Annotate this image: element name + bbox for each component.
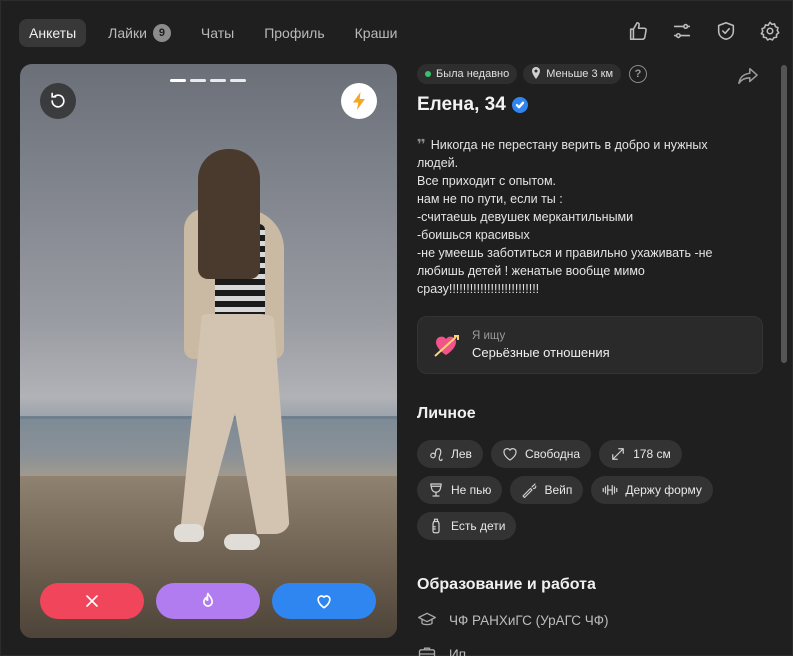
like-button[interactable] <box>272 583 376 619</box>
leo-icon <box>430 448 443 462</box>
heart-outline-icon <box>503 448 517 461</box>
app-window: Анкеты Лайки 9 Чаты Профиль Краши Была н… <box>0 0 793 656</box>
tag-label: Не пью <box>451 483 492 497</box>
height-arrows-icon <box>612 448 624 460</box>
dislike-button[interactable] <box>40 583 144 619</box>
main-tabs: Анкеты Лайки 9 Чаты Профиль Краши <box>19 19 407 47</box>
looking-for-value: Серьёзные отношения <box>472 345 610 360</box>
boost-button[interactable] <box>341 83 377 119</box>
pager-segment[interactable] <box>230 79 246 82</box>
lightning-icon <box>353 92 365 110</box>
profile-info: Была недавно Меньше 3 км ? Елена, 34 ❜❜ Н… <box>417 64 767 656</box>
personal-tags: Лев Свободна 178 см Не пью Вейп Держу фо… <box>417 440 767 540</box>
tab-label: Профиль <box>264 25 325 41</box>
heart-icon <box>317 595 331 609</box>
status-row: Была недавно Меньше 3 км ? <box>417 64 767 84</box>
tag-zodiac: Лев <box>417 440 483 468</box>
tab-label: Краши <box>354 25 398 41</box>
profile-name: Елена, 34 <box>417 94 506 115</box>
name-row: Елена, 34 <box>417 94 767 116</box>
pager-segment[interactable] <box>210 79 226 82</box>
looking-for-card: Я ищу Серьёзные отношения <box>417 316 763 374</box>
gear-icon[interactable] <box>758 19 782 43</box>
tag-relationship: Свободна <box>490 440 592 468</box>
shield-check-icon[interactable] <box>714 19 738 43</box>
distance-badge: Меньше 3 км <box>523 64 622 84</box>
online-status-badge: Была недавно <box>417 64 518 84</box>
dumbbell-icon <box>602 484 618 496</box>
tab-label: Чаты <box>200 25 235 41</box>
scrollbar[interactable] <box>781 65 787 363</box>
profile-photo[interactable] <box>20 64 397 638</box>
looking-for-label: Я ищу <box>472 330 506 342</box>
tag-children: Есть дети <box>417 512 517 540</box>
tab-profiles[interactable]: Анкеты <box>19 19 87 47</box>
toolbar-icons <box>626 19 782 43</box>
thumbs-up-icon[interactable] <box>626 19 650 43</box>
share-icon[interactable] <box>737 66 761 88</box>
bio-text: Никогда не перестану верить в добро и ну… <box>417 138 713 296</box>
flame-icon <box>203 592 213 607</box>
status-text: Была недавно <box>436 68 510 80</box>
sliders-icon[interactable] <box>670 19 694 43</box>
pager-segment[interactable] <box>170 79 186 82</box>
tag-fitness: Держу форму <box>591 476 713 504</box>
online-dot <box>425 71 431 77</box>
tag-label: Лев <box>451 447 472 461</box>
work-text: Ип <box>449 646 467 656</box>
help-icon[interactable]: ? <box>629 65 648 83</box>
undo-icon <box>51 92 65 108</box>
quote-icon: ❜❜ <box>417 136 426 152</box>
distance-text: Меньше 3 км <box>546 68 614 80</box>
tab-crushes[interactable]: Краши <box>345 19 408 47</box>
close-icon <box>86 595 98 607</box>
work-item: Ип <box>417 644 767 656</box>
location-pin-icon <box>531 66 541 82</box>
tab-likes[interactable]: Лайки 9 <box>96 19 181 47</box>
tag-height: 178 см <box>599 440 682 468</box>
vape-icon <box>522 483 537 499</box>
looking-for-text: Я ищу Серьёзные отношения <box>472 330 610 360</box>
pager-segment[interactable] <box>190 79 206 82</box>
education-section-title: Образование и работа <box>417 576 596 593</box>
photo-pager <box>170 79 246 82</box>
tag-label: 178 см <box>633 447 671 461</box>
super-like-button[interactable] <box>156 583 260 619</box>
bio: ❜❜ Никогда не перестану верить в добро и … <box>417 135 747 298</box>
baby-bottle-icon <box>432 518 440 534</box>
top-bar: Анкеты Лайки 9 Чаты Профиль Краши <box>1 1 793 65</box>
undo-button[interactable] <box>40 83 76 119</box>
education-item: ЧФ РАНХиГС (УрАГС ЧФ) <box>417 610 767 630</box>
glass-icon <box>430 483 442 497</box>
tag-label: Есть дети <box>451 519 506 533</box>
tag-alcohol: Не пью <box>417 476 503 504</box>
photo-shoe <box>174 524 204 542</box>
photo-hair <box>198 149 260 279</box>
swipe-actions <box>40 583 376 619</box>
personal-section-title: Личное <box>417 405 476 422</box>
tag-label: Свободна <box>524 447 581 461</box>
tab-label: Анкеты <box>29 25 77 41</box>
tab-label: Лайки <box>108 25 147 41</box>
education-text: ЧФ РАНХиГС (УрАГС ЧФ) <box>449 612 609 628</box>
likes-count-badge: 9 <box>152 24 171 42</box>
photo-shoe <box>224 534 260 550</box>
tag-smoking: Вейп <box>510 476 584 504</box>
heart-arrow-icon <box>434 335 459 357</box>
briefcase-icon <box>418 647 436 656</box>
graduation-cap-icon <box>418 612 436 626</box>
tab-profile[interactable]: Профиль <box>254 19 334 47</box>
tag-label: Держу форму <box>625 483 702 497</box>
photo-person <box>170 149 320 569</box>
tab-chats[interactable]: Чаты <box>191 19 244 47</box>
tag-label: Вейп <box>544 483 573 497</box>
verified-icon <box>511 97 528 113</box>
